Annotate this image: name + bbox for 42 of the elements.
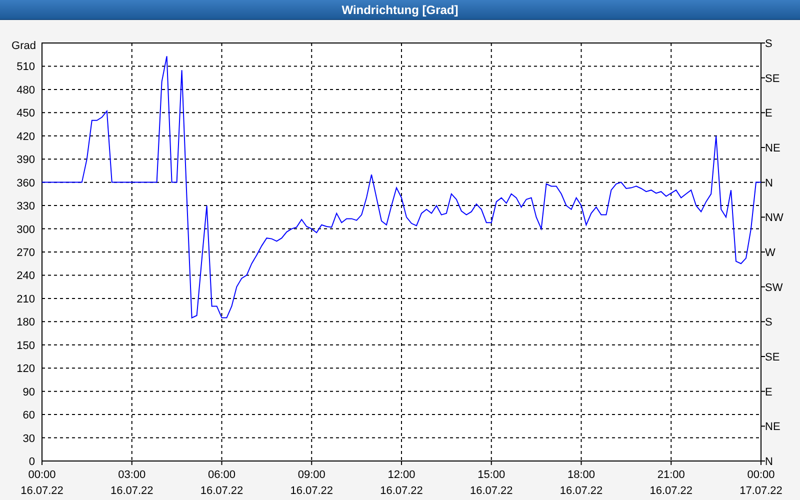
axis-label: 18:00 16.07.22 [560,469,603,497]
axis-label: 330 [16,200,35,213]
axis-label: SW [765,282,783,294]
axis-label: 180 [16,316,35,329]
axis-label: SE [765,72,780,85]
axis-label: 30 [22,432,35,445]
axis-label: 0 [28,456,35,468]
window-title: Windrichtung [Grad] [342,2,458,18]
axis-label: 09:00 16.07.22 [290,469,334,497]
axis-label: 15:00 16.07.22 [470,469,513,497]
axis-label: W [765,247,776,259]
axis-label: NE [765,421,780,434]
axis-label: 12:00 16.07.22 [380,469,423,497]
axis-label: NW [765,212,784,224]
axis-label: E [765,108,772,120]
axis-label: 06:00 16.07.22 [200,469,244,497]
axis-label: 21:00 16.07.22 [650,469,693,497]
axis-label: 00:00 16.07.22 [20,469,64,497]
axis-label: NE [765,142,780,154]
axis-label: 270 [16,247,35,259]
axis-label: 60 [22,410,35,422]
axis-label: N [765,177,773,190]
axis-label: 300 [16,224,35,236]
axis-label: 00:00 17.07.22 [740,469,782,497]
axis-label: 240 [16,270,35,282]
axis-label: 150 [16,340,35,352]
axis-label: 03:00 16.07.22 [110,469,154,497]
axis-label: E [765,386,772,398]
axis-label: 390 [16,154,35,166]
axis-label: 510 [16,61,35,74]
axis-title: Grad [12,40,36,52]
axis-label: 480 [16,84,35,96]
axis-label: 450 [16,108,35,120]
axis-label: S [765,316,772,329]
axis-label: 120 [16,363,35,376]
axis-label: 90 [22,386,35,398]
axis-label: 360 [16,177,35,190]
axis-label: N [765,456,773,468]
axis-label: S [765,38,772,50]
axis-label: SE [765,352,780,364]
axis-label: 210 [16,293,35,306]
axis-label: 420 [16,130,35,143]
